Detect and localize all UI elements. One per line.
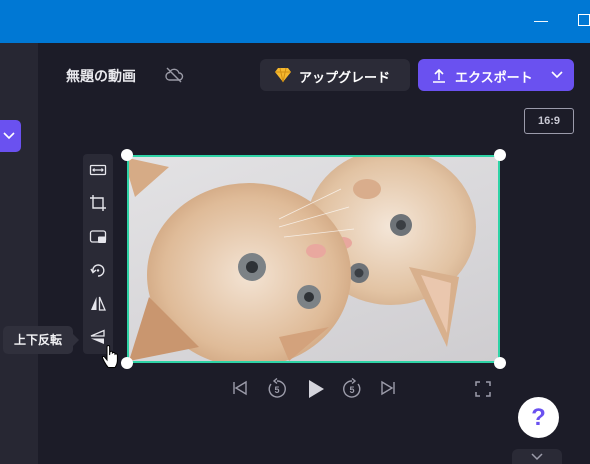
cloud-off-icon: [165, 67, 184, 83]
rotate-icon: [90, 264, 105, 277]
crop-button[interactable]: [86, 191, 110, 215]
fullscreen-icon[interactable]: [475, 381, 491, 397]
forward-5-icon[interactable]: 5: [341, 378, 363, 400]
flip-horizontal-button[interactable]: [86, 292, 110, 316]
upgrade-button[interactable]: アップグレード: [260, 59, 410, 91]
kitten-image: [129, 157, 476, 361]
skip-forward-icon[interactable]: [379, 379, 397, 397]
resize-handle-bottom-left[interactable]: [121, 357, 133, 369]
upgrade-label: アップグレード: [299, 70, 391, 85]
skip-back-icon[interactable]: [231, 379, 249, 397]
hand-cursor-icon: [101, 345, 118, 368]
diamond-icon: [275, 67, 291, 83]
help-label: ?: [531, 404, 546, 431]
export-label: エクスポート: [455, 70, 533, 85]
play-icon[interactable]: [306, 378, 326, 400]
chevron-down-icon: [3, 132, 15, 140]
export-button[interactable]: エクスポート: [418, 59, 574, 91]
rotate-button[interactable]: [86, 258, 110, 282]
help-button[interactable]: ?: [518, 397, 559, 438]
project-title[interactable]: 無題の動画: [66, 66, 136, 86]
minimize-icon[interactable]: —: [534, 12, 548, 28]
aspect-ratio-button[interactable]: 16:9: [524, 108, 574, 134]
fit-button[interactable]: [86, 158, 110, 182]
pip-button[interactable]: [86, 225, 110, 249]
rewind-seconds: 5: [274, 385, 279, 395]
maximize-icon[interactable]: [578, 14, 590, 26]
flip-vertical-icon: [90, 329, 105, 344]
left-sidebar: [0, 43, 38, 464]
forward-seconds: 5: [349, 385, 354, 395]
crop-icon: [90, 195, 106, 211]
timeline-collapse-button[interactable]: [512, 449, 562, 464]
upload-icon: [433, 68, 445, 83]
flip-horizontal-icon: [91, 296, 106, 311]
resize-handle-top-right[interactable]: [494, 149, 506, 161]
tooltip-flip-vertical: 上下反転: [3, 326, 79, 354]
sidebar-toggle-button[interactable]: [0, 120, 21, 152]
resize-handle-bottom-right[interactable]: [494, 357, 506, 369]
chevron-down-icon: [531, 453, 543, 461]
rewind-5-icon[interactable]: 5: [266, 378, 288, 400]
pip-icon: [89, 230, 107, 243]
window-titlebar: —: [0, 0, 590, 43]
resize-handle-top-left[interactable]: [121, 149, 133, 161]
transform-toolbar: [83, 154, 113, 354]
fit-icon: [89, 164, 107, 176]
chevron-down-icon: [551, 71, 563, 79]
video-preview[interactable]: [127, 155, 500, 363]
